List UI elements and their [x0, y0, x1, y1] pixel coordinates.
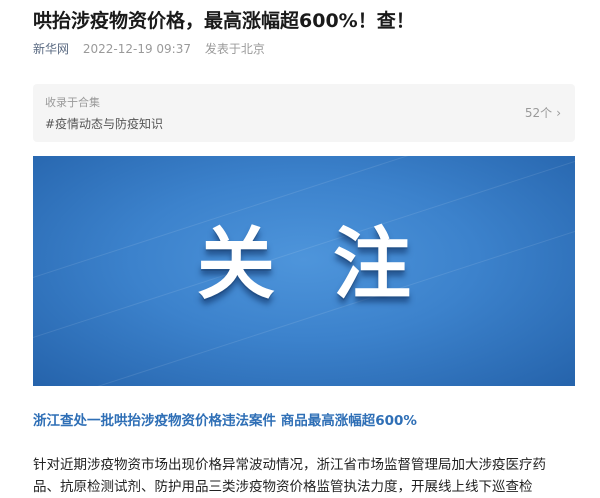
collection-count[interactable]: 52个 ›	[525, 104, 561, 121]
banner-text: 关注	[196, 220, 469, 310]
article-meta: 新华网 2022-12-19 09:37 发表于北京	[33, 40, 265, 57]
article-subheading: 浙江查处一批哄抬涉疫物资价格违法案件 商品最高涨幅超600%	[33, 413, 417, 429]
collection-count-text: 52个	[524, 106, 553, 120]
article-datetime: 2022-12-19 09:37	[82, 42, 191, 56]
collection-card[interactable]: 收录于合集 #疫情动态与防疫知识 52个 ›	[33, 84, 575, 142]
collection-label: 收录于合集	[45, 96, 100, 109]
article-body: 针对近期涉疫物资市场出现价格异常波动情况，浙江省市场监督管理局加大涉疫医疗药 品…	[33, 454, 593, 498]
article-location: 发表于北京	[204, 42, 265, 56]
article-title: 哄抬涉疫物资价格，最高涨幅超600%！查！	[33, 10, 415, 32]
article-source-link[interactable]: 新华网	[33, 42, 69, 56]
body-line: 针对近期涉疫物资市场出现价格异常波动情况，浙江省市场监督管理局加大涉疫医疗药	[33, 457, 546, 473]
collection-tag-link[interactable]: #疫情动态与防疫知识	[45, 115, 163, 132]
body-line: 品、抗原检测试剂、防护用品三类涉疫物资价格监管执法力度，开展线上线下巡查检	[33, 479, 533, 495]
chevron-right-icon: ›	[556, 106, 561, 120]
banner-image: 关注	[33, 156, 575, 386]
